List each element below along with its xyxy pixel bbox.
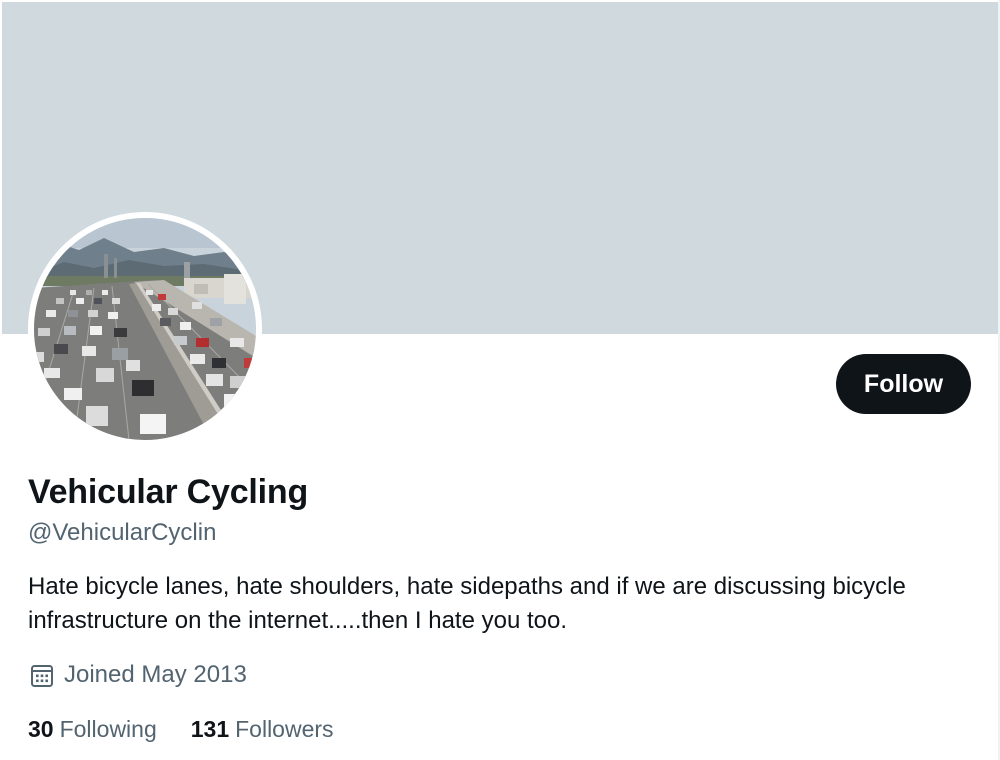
follow-stats: 30 Following 131 Followers	[28, 716, 334, 743]
following-link[interactable]: 30 Following	[28, 716, 157, 743]
followers-count: 131	[190, 716, 230, 742]
avatar-image	[34, 218, 256, 440]
profile-bio: Hate bicycle lanes, hate shoulders, hate…	[28, 573, 906, 634]
join-date-text: Joined May 2013	[64, 661, 247, 688]
profile-handle: @VehicularCyclin	[28, 519, 217, 546]
following-count: 30	[28, 716, 54, 742]
followers-label: Followers	[235, 716, 334, 742]
follow-button[interactable]: Follow	[836, 354, 971, 414]
calendar-icon	[31, 665, 53, 687]
followers-link[interactable]: 131 Followers	[191, 716, 334, 743]
profile-page: Follow Vehicular Cycling @VehicularCycli…	[0, 0, 1000, 760]
avatar[interactable]	[34, 218, 256, 440]
following-label: Following	[59, 716, 157, 742]
display-name: Vehicular Cycling	[28, 473, 309, 511]
join-date: Joined May 2013	[30, 661, 247, 689]
